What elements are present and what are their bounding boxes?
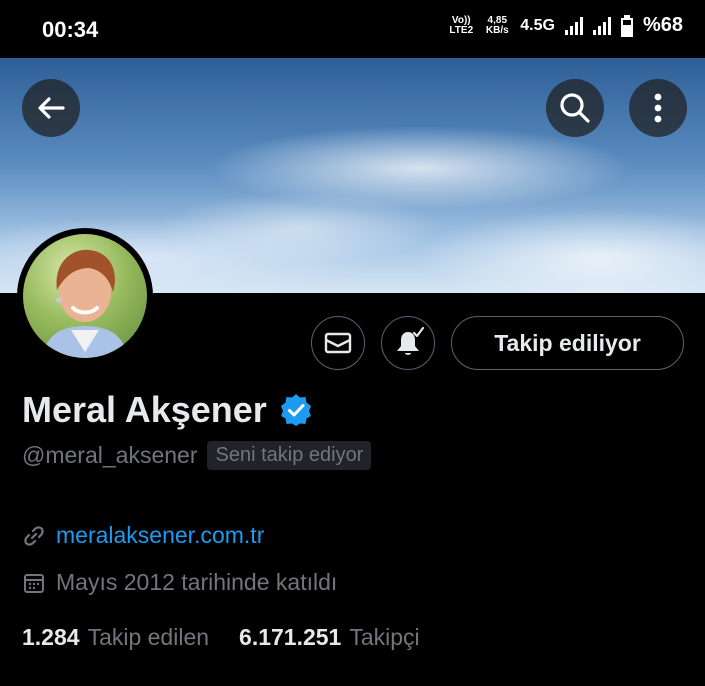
avatar-image: [23, 234, 147, 358]
status-time: 00:34: [42, 17, 99, 42]
followers-label: Takipçi: [349, 624, 420, 650]
more-button[interactable]: [629, 79, 687, 137]
battery-percent: %68: [642, 14, 683, 36]
notifications-button[interactable]: [381, 316, 435, 370]
website-row: meralaksener.com.tr: [22, 522, 264, 549]
battery-icon: [620, 14, 633, 37]
avatar[interactable]: [17, 228, 153, 364]
followers-count: 6.171.251: [239, 624, 342, 650]
search-icon: [560, 93, 590, 123]
following-button[interactable]: Takip ediliyor: [451, 316, 684, 370]
back-button[interactable]: [22, 79, 80, 137]
follows-you-badge: Seni takip ediyor: [207, 441, 372, 470]
link-icon: [24, 525, 44, 546]
profile-name-row: Meral Akşener: [22, 389, 313, 431]
joined-date: Mayıs 2012 tarihinde katıldı: [56, 569, 338, 595]
bell-check-icon: [397, 327, 424, 355]
follow-stats: 1.284 Takip edilen 6.171.251 Takipçi: [22, 624, 420, 651]
message-button[interactable]: [311, 316, 365, 370]
signal-icon: [564, 16, 583, 35]
profile-handle: @meral_aksener: [22, 442, 198, 468]
followers-stat[interactable]: 6.171.251 Takipçi: [239, 624, 420, 651]
profile-name: Meral Akşener: [22, 389, 267, 430]
verified-badge-icon[interactable]: [279, 393, 313, 427]
envelope-icon: [324, 332, 352, 354]
avatar-portrait: [43, 249, 127, 358]
website-link[interactable]: meralaksener.com.tr: [56, 522, 264, 549]
following-stat[interactable]: 1.284 Takip edilen: [22, 624, 209, 651]
status-icons: Vo)) LTE2 4,85 KB/s 4.5G %68: [448, 14, 683, 37]
arrow-left-icon: [38, 97, 65, 119]
more-vertical-icon: [654, 93, 662, 123]
volte-indicator: Vo)) LTE2: [449, 14, 474, 36]
signal-icon: [592, 16, 611, 35]
following-count: 1.284: [22, 624, 80, 650]
profile-handle-row: @meral_aksener Seni takip ediyor: [22, 441, 372, 470]
status-bar: 00:34 Vo)) LTE2 4,85 KB/s 4.5G %68: [0, 0, 705, 58]
joined-row: Mayıs 2012 tarihinde katıldı: [22, 569, 337, 596]
network-speed: 4,85 KB/s: [485, 14, 509, 36]
network-type: 4.5G: [520, 16, 555, 34]
following-label: Takip edilen: [87, 624, 210, 650]
calendar-icon: [24, 573, 44, 593]
search-button[interactable]: [546, 79, 604, 137]
